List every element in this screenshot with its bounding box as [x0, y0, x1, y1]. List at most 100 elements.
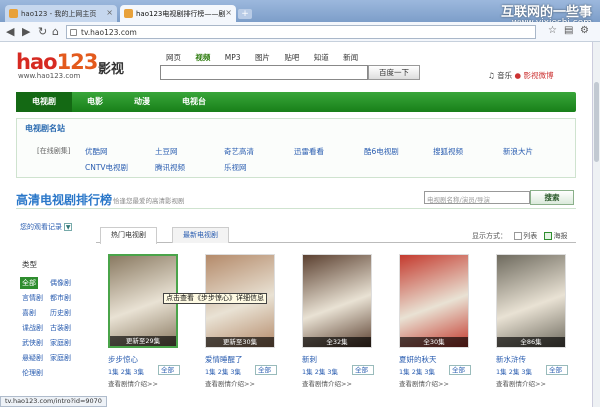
genre-item[interactable]: 谍战剧	[20, 322, 45, 334]
list-view-label[interactable]: 列表	[523, 232, 537, 240]
search-nav-web[interactable]: 网页	[166, 53, 181, 62]
site-link[interactable]: 酷6电视剧	[364, 146, 399, 157]
close-icon[interactable]: ×	[106, 8, 113, 17]
genre-all[interactable]: 全部	[20, 277, 38, 289]
site-link[interactable]: 迅雷看看	[294, 146, 324, 157]
episode-links[interactable]: 1集 2集 3集	[496, 366, 532, 376]
genre-item[interactable]: 言情剧	[20, 292, 45, 304]
list-view-icon[interactable]	[514, 232, 523, 240]
series-poster[interactable]: 全86集	[496, 254, 566, 348]
browser-tab-tv-ranking[interactable]: hao123电视剧排行榜——剧 ×	[120, 5, 236, 22]
new-tab-button[interactable]: +	[238, 9, 252, 19]
episode-links[interactable]: 1集 2集 3集	[108, 366, 144, 376]
poster-view-icon[interactable]	[544, 232, 553, 240]
genre-item[interactable]: 家庭剧	[48, 352, 73, 364]
wrench-icon[interactable]: ⚙	[580, 25, 589, 36]
synopsis-link[interactable]: 查看剧情介绍>>	[399, 378, 449, 388]
episode-badge: 全30集	[400, 337, 468, 347]
nav-anime[interactable]: 动漫	[118, 92, 166, 112]
synopsis-link[interactable]: 查看剧情介绍>>	[205, 378, 255, 388]
forward-arrow-icon[interactable]: ▶	[22, 25, 30, 38]
all-episodes-select[interactable]: 全部	[546, 365, 568, 375]
site-link[interactable]: 土豆网	[155, 146, 178, 157]
scrollbar-thumb[interactable]	[594, 82, 599, 162]
series-title[interactable]: 步步惊心	[108, 354, 138, 365]
display-mode: 显示方式： 列表 海报	[472, 231, 567, 241]
genre-item[interactable]: 伦理剧	[20, 367, 45, 379]
site-link[interactable]: 乐视网	[224, 162, 247, 173]
back-arrow-icon[interactable]: ◀	[6, 25, 14, 38]
browser-tab-hao123[interactable]: hao123 - 我的上网主页 ×	[5, 5, 117, 22]
search-nav-tieba[interactable]: 贴吧	[284, 53, 299, 62]
page-menu-icon[interactable]: ▤	[564, 25, 573, 36]
genre-item[interactable]: 古装剧	[48, 322, 73, 334]
page-scrollbar[interactable]	[592, 42, 600, 407]
site-link[interactable]: 奇艺高清	[224, 146, 254, 157]
site-link[interactable]: 优酷网	[85, 146, 108, 157]
watch-history[interactable]: 您的观看记录 ▼	[20, 222, 73, 232]
all-episodes-select[interactable]: 全部	[158, 365, 180, 375]
all-episodes-select[interactable]: 全部	[255, 365, 277, 375]
sites-title: 电视剧名站	[25, 124, 65, 133]
star-icon[interactable]: ☆	[548, 25, 557, 36]
series-poster[interactable]: 全30集	[399, 254, 469, 348]
baidu-search-button[interactable]: 百度一下	[368, 65, 420, 80]
address-bar[interactable]: tv.hao123.com	[66, 25, 536, 39]
search-nav-news[interactable]: 新闻	[343, 53, 358, 62]
poster-image	[303, 255, 371, 347]
series-title[interactable]: 夏妍的秋天	[399, 354, 437, 365]
all-episodes-select[interactable]: 全部	[352, 365, 374, 375]
genre-item[interactable]: 武侠剧	[20, 337, 45, 349]
site-link[interactable]: 新浪大片	[503, 146, 533, 157]
series-title[interactable]: 新水浒传	[496, 354, 526, 365]
search-nav-image[interactable]: 图片	[255, 53, 270, 62]
chevron-down-icon[interactable]: ▼	[64, 223, 73, 231]
synopsis-link[interactable]: 查看剧情介绍>>	[108, 378, 158, 388]
search-nav-mp3[interactable]: MP3	[225, 53, 241, 62]
tv-search-input[interactable]: 电视剧名称/演员/导演	[424, 191, 530, 204]
series-title[interactable]: 新刺	[302, 354, 317, 365]
synopsis-link[interactable]: 查看剧情介绍>>	[496, 378, 546, 388]
genre-item[interactable]: 悬疑剧	[20, 352, 45, 364]
all-episodes-select[interactable]: 全部	[449, 365, 471, 375]
episode-links[interactable]: 1集 2集 3集	[302, 366, 338, 376]
episode-links[interactable]: 1集 2集 3集	[399, 366, 435, 376]
music-link[interactable]: 音乐	[497, 71, 512, 80]
site-link[interactable]: 搜狐视频	[433, 146, 463, 157]
tab-new-series[interactable]: 最新电视剧	[172, 227, 229, 243]
watch-history-label: 您的观看记录	[20, 223, 62, 231]
series-title[interactable]: 爱情睡醒了	[205, 354, 243, 365]
home-icon[interactable]: ⌂	[52, 25, 59, 38]
episode-badge: 更新至30集	[206, 337, 274, 347]
episode-links[interactable]: 1集 2集 3集	[205, 366, 241, 376]
hao123-logo[interactable]: hao123 www.hao123.com	[16, 50, 98, 80]
url-text: tv.hao123.com	[81, 28, 137, 37]
weibo-link[interactable]: 影视微博	[523, 71, 553, 80]
display-mode-label: 显示方式：	[472, 232, 507, 240]
weibo-icon: ●	[514, 71, 522, 80]
close-icon[interactable]: ×	[225, 8, 232, 17]
genre-item[interactable]: 都市剧	[48, 292, 73, 304]
genre-item[interactable]: 家庭剧	[48, 337, 73, 349]
search-nav-zhidao[interactable]: 知道	[314, 53, 329, 62]
tv-search-button[interactable]: 搜索	[530, 190, 574, 205]
genre-item[interactable]: 历史剧	[48, 307, 73, 319]
nav-movies[interactable]: 电影	[72, 92, 118, 112]
browser-tab-bar: hao123 - 我的上网主页 × hao123电视剧排行榜——剧 × + 互联…	[0, 0, 600, 28]
site-link[interactable]: 腾讯视频	[155, 162, 185, 173]
search-input[interactable]	[160, 65, 368, 80]
search-nav-video[interactable]: 视频	[195, 53, 210, 62]
divider	[16, 208, 576, 209]
series-poster[interactable]: 全32集	[302, 254, 372, 348]
main-nav: 电视剧 电影 动漫 电视台	[16, 92, 576, 112]
nav-tv-stations[interactable]: 电视台	[166, 92, 222, 112]
reload-icon[interactable]: ↻	[38, 25, 47, 38]
tab-hot-series[interactable]: 热门电视剧	[100, 227, 157, 244]
sites-label: [在线剧集]	[37, 147, 71, 155]
poster-view-label[interactable]: 海报	[553, 232, 567, 240]
genre-item[interactable]: 喜剧	[20, 307, 38, 319]
site-link[interactable]: CNTV电视剧	[85, 162, 128, 173]
genre-item[interactable]: 偶像剧	[48, 277, 73, 289]
synopsis-link[interactable]: 查看剧情介绍>>	[302, 378, 352, 388]
nav-tv-series[interactable]: 电视剧	[16, 92, 72, 112]
